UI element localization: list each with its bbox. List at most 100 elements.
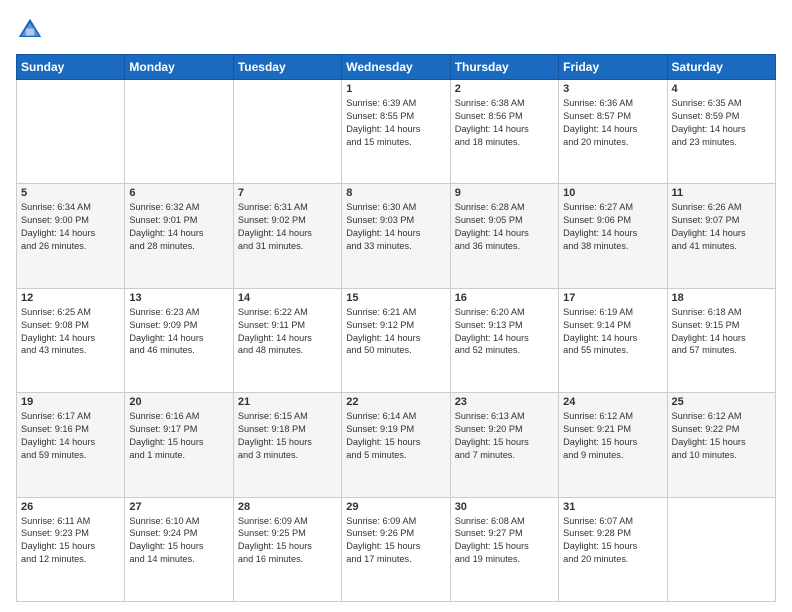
day-header-saturday: Saturday xyxy=(667,55,775,80)
day-number: 26 xyxy=(21,501,120,513)
day-number: 9 xyxy=(455,187,554,199)
day-info: Sunrise: 6:21 AM Sunset: 9:12 PM Dayligh… xyxy=(346,306,445,358)
calendar-cell: 18Sunrise: 6:18 AM Sunset: 9:15 PM Dayli… xyxy=(667,288,775,392)
day-number: 18 xyxy=(672,292,771,304)
day-number: 23 xyxy=(455,396,554,408)
page: SundayMondayTuesdayWednesdayThursdayFrid… xyxy=(0,0,792,612)
day-header-sunday: Sunday xyxy=(17,55,125,80)
calendar-cell: 9 Sunrise: 6:28 AM Sunset: 9:05 PM Daylig… xyxy=(450,184,558,288)
calendar-cell: 16 Sunrise: 6:20 AM Sunset: 9:13 PM Dayli… xyxy=(450,288,558,392)
day-number: 21 xyxy=(238,396,337,408)
day-info: Sunrise: 6:39 AM Sunset: 8:55 PM Dayligh… xyxy=(346,97,445,149)
day-number: 16 xyxy=(455,292,554,304)
day-info: Sunrise: 6:09 AM Sunset: 9:26 PM Dayligh… xyxy=(346,515,445,567)
day-number: 12 xyxy=(21,292,120,304)
calendar-cell: 10 Sunrise: 6:27 AM Sunset: 9:06 PM Dayli… xyxy=(559,184,667,288)
day-header-friday: Friday xyxy=(559,55,667,80)
day-info: Sunrise: 6:20 AM Sunset: 9:13 PM Dayligh… xyxy=(455,306,554,358)
calendar-cell: 1Sunrise: 6:39 AM Sunset: 8:55 PM Daylig… xyxy=(342,80,450,184)
day-info: Sunrise: 6:32 AM Sunset: 9:01 PM Dayligh… xyxy=(129,201,228,253)
day-number: 19 xyxy=(21,396,120,408)
day-number: 3 xyxy=(563,83,662,95)
day-info: Sunrise: 6:36 AM Sunset: 8:57 PM Dayligh… xyxy=(563,97,662,149)
day-info: Sunrise: 6:19 AM Sunset: 9:14 PM Dayligh… xyxy=(563,306,662,358)
calendar-cell: 28Sunrise: 6:09 AM Sunset: 9:25 PM Dayli… xyxy=(233,497,341,601)
calendar-cell: 12 Sunrise: 6:25 AM Sunset: 9:08 PM Dayli… xyxy=(17,288,125,392)
day-header-tuesday: Tuesday xyxy=(233,55,341,80)
calendar-cell: 26 Sunrise: 6:11 AM Sunset: 9:23 PM Dayli… xyxy=(17,497,125,601)
day-info: Sunrise: 6:13 AM Sunset: 9:20 PM Dayligh… xyxy=(455,410,554,462)
day-info: Sunrise: 6:30 AM Sunset: 9:03 PM Dayligh… xyxy=(346,201,445,253)
day-number: 17 xyxy=(563,292,662,304)
day-header-thursday: Thursday xyxy=(450,55,558,80)
day-info: Sunrise: 6:11 AM Sunset: 9:23 PM Dayligh… xyxy=(21,515,120,567)
day-number: 4 xyxy=(672,83,771,95)
day-info: Sunrise: 6:08 AM Sunset: 9:27 PM Dayligh… xyxy=(455,515,554,567)
day-number: 29 xyxy=(346,501,445,513)
day-info: Sunrise: 6:28 AM Sunset: 9:05 PM Dayligh… xyxy=(455,201,554,253)
calendar-cell: 22 Sunrise: 6:14 AM Sunset: 9:19 PM Dayli… xyxy=(342,393,450,497)
day-number: 14 xyxy=(238,292,337,304)
day-info: Sunrise: 6:27 AM Sunset: 9:06 PM Dayligh… xyxy=(563,201,662,253)
calendar-cell: 21 Sunrise: 6:15 AM Sunset: 9:18 PM Dayli… xyxy=(233,393,341,497)
calendar-cell: 30 Sunrise: 6:08 AM Sunset: 9:27 PM Dayli… xyxy=(450,497,558,601)
calendar-cell: 25 Sunrise: 6:12 AM Sunset: 9:22 PM Dayli… xyxy=(667,393,775,497)
day-info: Sunrise: 6:25 AM Sunset: 9:08 PM Dayligh… xyxy=(21,306,120,358)
logo-icon xyxy=(16,16,44,44)
day-number: 6 xyxy=(129,187,228,199)
day-number: 22 xyxy=(346,396,445,408)
day-number: 2 xyxy=(455,83,554,95)
day-number: 10 xyxy=(563,187,662,199)
calendar-cell: 31 Sunrise: 6:07 AM Sunset: 9:28 PM Dayli… xyxy=(559,497,667,601)
calendar-cell: 29 Sunrise: 6:09 AM Sunset: 9:26 PM Dayli… xyxy=(342,497,450,601)
calendar-cell: 11Sunrise: 6:26 AM Sunset: 9:07 PM Dayli… xyxy=(667,184,775,288)
calendar-header-row: SundayMondayTuesdayWednesdayThursdayFrid… xyxy=(17,55,776,80)
day-info: Sunrise: 6:09 AM Sunset: 9:25 PM Dayligh… xyxy=(238,515,337,567)
day-number: 8 xyxy=(346,187,445,199)
calendar-week-row: 1Sunrise: 6:39 AM Sunset: 8:55 PM Daylig… xyxy=(17,80,776,184)
calendar-week-row: 5Sunrise: 6:34 AM Sunset: 9:00 PM Daylig… xyxy=(17,184,776,288)
calendar-cell: 17 Sunrise: 6:19 AM Sunset: 9:14 PM Dayli… xyxy=(559,288,667,392)
logo xyxy=(16,16,48,44)
day-info: Sunrise: 6:07 AM Sunset: 9:28 PM Dayligh… xyxy=(563,515,662,567)
day-info: Sunrise: 6:34 AM Sunset: 9:00 PM Dayligh… xyxy=(21,201,120,253)
day-info: Sunrise: 6:35 AM Sunset: 8:59 PM Dayligh… xyxy=(672,97,771,149)
calendar-cell: 8 Sunrise: 6:30 AM Sunset: 9:03 PM Daylig… xyxy=(342,184,450,288)
day-number: 7 xyxy=(238,187,337,199)
calendar-cell xyxy=(233,80,341,184)
calendar-cell: 3 Sunrise: 6:36 AM Sunset: 8:57 PM Daylig… xyxy=(559,80,667,184)
day-number: 25 xyxy=(672,396,771,408)
calendar-cell: 23 Sunrise: 6:13 AM Sunset: 9:20 PM Dayli… xyxy=(450,393,558,497)
calendar-cell xyxy=(125,80,233,184)
header xyxy=(16,16,776,44)
calendar-cell: 24 Sunrise: 6:12 AM Sunset: 9:21 PM Dayli… xyxy=(559,393,667,497)
day-number: 11 xyxy=(672,187,771,199)
calendar-week-row: 12 Sunrise: 6:25 AM Sunset: 9:08 PM Dayli… xyxy=(17,288,776,392)
calendar-cell: 15Sunrise: 6:21 AM Sunset: 9:12 PM Dayli… xyxy=(342,288,450,392)
day-number: 24 xyxy=(563,396,662,408)
day-number: 20 xyxy=(129,396,228,408)
day-info: Sunrise: 6:14 AM Sunset: 9:19 PM Dayligh… xyxy=(346,410,445,462)
day-number: 30 xyxy=(455,501,554,513)
calendar-week-row: 19Sunrise: 6:17 AM Sunset: 9:16 PM Dayli… xyxy=(17,393,776,497)
day-info: Sunrise: 6:31 AM Sunset: 9:02 PM Dayligh… xyxy=(238,201,337,253)
calendar-cell xyxy=(667,497,775,601)
day-info: Sunrise: 6:15 AM Sunset: 9:18 PM Dayligh… xyxy=(238,410,337,462)
day-number: 31 xyxy=(563,501,662,513)
day-info: Sunrise: 6:23 AM Sunset: 9:09 PM Dayligh… xyxy=(129,306,228,358)
day-info: Sunrise: 6:12 AM Sunset: 9:22 PM Dayligh… xyxy=(672,410,771,462)
day-header-monday: Monday xyxy=(125,55,233,80)
day-info: Sunrise: 6:22 AM Sunset: 9:11 PM Dayligh… xyxy=(238,306,337,358)
calendar-cell: 20 Sunrise: 6:16 AM Sunset: 9:17 PM Dayli… xyxy=(125,393,233,497)
calendar-cell: 19Sunrise: 6:17 AM Sunset: 9:16 PM Dayli… xyxy=(17,393,125,497)
calendar-cell: 5Sunrise: 6:34 AM Sunset: 9:00 PM Daylig… xyxy=(17,184,125,288)
day-number: 27 xyxy=(129,501,228,513)
calendar-table: SundayMondayTuesdayWednesdayThursdayFrid… xyxy=(16,54,776,602)
calendar-cell: 13Sunrise: 6:23 AM Sunset: 9:09 PM Dayli… xyxy=(125,288,233,392)
day-info: Sunrise: 6:12 AM Sunset: 9:21 PM Dayligh… xyxy=(563,410,662,462)
day-info: Sunrise: 6:38 AM Sunset: 8:56 PM Dayligh… xyxy=(455,97,554,149)
day-info: Sunrise: 6:10 AM Sunset: 9:24 PM Dayligh… xyxy=(129,515,228,567)
calendar-cell: 4 Sunrise: 6:35 AM Sunset: 8:59 PM Daylig… xyxy=(667,80,775,184)
day-info: Sunrise: 6:16 AM Sunset: 9:17 PM Dayligh… xyxy=(129,410,228,462)
calendar-cell: 2 Sunrise: 6:38 AM Sunset: 8:56 PM Daylig… xyxy=(450,80,558,184)
